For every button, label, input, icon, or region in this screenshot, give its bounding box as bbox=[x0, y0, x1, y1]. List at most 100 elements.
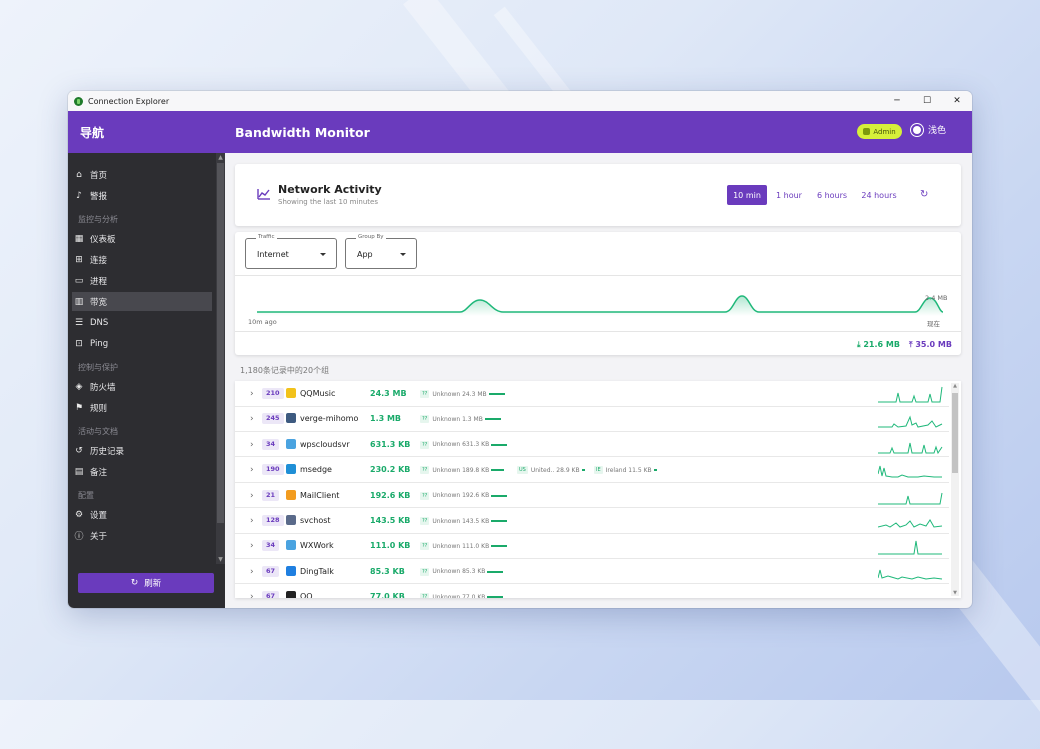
groupby-dropdown[interactable]: Group By App bbox=[345, 234, 417, 269]
note-icon: ▤ bbox=[74, 466, 84, 477]
window-title: Connection Explorer bbox=[88, 96, 170, 106]
country-tag: ?? bbox=[420, 466, 430, 475]
table-row[interactable]: › 245 verge-mihomo 1.3 MB?? Unknown 1.3 MB bbox=[235, 406, 949, 432]
app-name: svchost bbox=[300, 516, 331, 525]
sidebar-item[interactable]: ▤ 备注 bbox=[72, 462, 212, 481]
table-row[interactable]: › 210 QQMusic 24.3 MB?? Unknown 24.3 MB bbox=[235, 381, 949, 407]
sidebar-item[interactable]: ▭ 进程 bbox=[72, 271, 212, 290]
app-name: msedge bbox=[300, 465, 332, 475]
sidebar-item[interactable]: ⊡ Ping bbox=[72, 334, 212, 353]
app-traffic-size: 230.2 KB bbox=[370, 465, 411, 475]
connection-count-badge: 34 bbox=[262, 540, 280, 552]
destination-chip: ?? Unknown 24.3 MB bbox=[420, 389, 505, 399]
destination-chip: ?? Unknown 1.3 MB bbox=[420, 414, 501, 424]
app-logo-icon bbox=[74, 96, 83, 106]
sidebar-item[interactable]: ▦ 仪表板 bbox=[72, 229, 212, 248]
activity-title: Network Activity bbox=[278, 183, 382, 196]
chevron-right-icon[interactable]: › bbox=[250, 592, 254, 598]
destination-label: Unknown 189.8 KB bbox=[432, 466, 490, 474]
sidebar-item[interactable]: ⓘ 关于 bbox=[72, 526, 212, 545]
app-traffic-size: 192.6 KB bbox=[370, 490, 411, 500]
country-tag: ?? bbox=[420, 567, 430, 576]
sidebar: 导航 ▲ ▼ ⌂ 首页 ♪ 警报 监控与分析 ▦ 仪表板 ⊞ 连接 ▭ 进程 ▥ 带宽 ☰ DNS ⊡ Ping… bbox=[68, 111, 225, 608]
table-row[interactable]: › 34 wpscloudsvr 631.3 KB?? Unknown 631.3 KB bbox=[235, 432, 949, 458]
theme-toggle[interactable]: 浅色 bbox=[913, 123, 946, 136]
table-row[interactable]: › 34 WXWork 111.0 KB?? Unknown 111.0 KB bbox=[235, 533, 949, 559]
minimize-button[interactable]: ─ bbox=[882, 91, 912, 111]
traffic-sparkline bbox=[878, 442, 943, 454]
sparkline-path bbox=[878, 492, 943, 505]
range-1hour-button[interactable]: 1 hour bbox=[772, 185, 806, 205]
sidebar-scrollbar[interactable]: ▲ ▼ bbox=[216, 153, 225, 564]
chevron-right-icon[interactable]: › bbox=[250, 465, 254, 475]
range-10min-button[interactable]: 10 min bbox=[727, 185, 767, 205]
sparkline-path bbox=[878, 519, 943, 528]
destination-share-bar bbox=[653, 469, 657, 472]
sidebar-item[interactable]: ♪ 警报 bbox=[72, 186, 212, 205]
table-row[interactable]: › 67 DingTalk 85.3 KB?? Unknown 85.3 KB bbox=[235, 559, 949, 585]
sidebar-item[interactable]: ◈ 防火墙 bbox=[72, 377, 212, 396]
app-traffic-size: 631.3 KB bbox=[370, 439, 411, 449]
nav-section-label: 控制与保护 bbox=[78, 363, 118, 372]
chevron-right-icon[interactable]: › bbox=[250, 541, 254, 551]
country-tag: ?? bbox=[420, 440, 430, 449]
range-24hours-button[interactable]: 24 hours bbox=[857, 185, 901, 205]
table-row[interactable]: › 128 svchost 143.5 KB?? Unknown 143.5 KB bbox=[235, 508, 949, 534]
reload-icon[interactable]: ↻ bbox=[920, 190, 929, 200]
table-row[interactable]: › 21 MailClient 192.6 KB?? Unknown 192.6 KB bbox=[235, 483, 949, 509]
scroll-up-icon[interactable]: ▲ bbox=[951, 383, 959, 389]
connection-count-badge: 34 bbox=[262, 438, 280, 450]
app-traffic-size: 1.3 MB bbox=[370, 414, 402, 424]
scrollbar-thumb[interactable] bbox=[952, 393, 958, 473]
maximize-button[interactable]: ☐ bbox=[912, 91, 942, 111]
sidebar-item-label: Ping bbox=[90, 338, 109, 349]
scrollbar-thumb[interactable] bbox=[217, 163, 224, 523]
chevron-right-icon[interactable]: › bbox=[250, 516, 254, 526]
sidebar-item[interactable]: ⚑ 规则 bbox=[72, 398, 212, 417]
app-name: WXWork bbox=[300, 541, 334, 551]
topbar: Bandwidth Monitor Admin 浅色 bbox=[225, 111, 972, 153]
country-tag: ?? bbox=[420, 390, 430, 398]
chevron-right-icon[interactable]: › bbox=[250, 491, 254, 501]
traffic-dropdown-value: Internet bbox=[257, 250, 289, 259]
traffic-sparkline bbox=[878, 569, 943, 580]
sidebar-header: 导航 bbox=[68, 111, 225, 153]
download-total-value: 21.6 MB bbox=[863, 340, 900, 349]
chevron-down-icon bbox=[400, 253, 406, 256]
sidebar-item[interactable]: ⌂ 首页 bbox=[72, 165, 212, 184]
chevron-right-icon[interactable]: › bbox=[250, 440, 254, 450]
traffic-dropdown[interactable]: Traffic Internet bbox=[245, 234, 337, 269]
traffic-sparkline bbox=[878, 587, 944, 598]
app-traffic-size: 77.0 KB bbox=[370, 592, 405, 598]
sidebar-item[interactable]: ⊞ 连接 bbox=[72, 250, 212, 269]
app-name: QQMusic bbox=[300, 389, 336, 398]
table-row[interactable]: › 190 msedge 230.2 KB?? Unknown 189.8 KB US Un… bbox=[235, 457, 949, 483]
chevron-right-icon[interactable]: › bbox=[250, 389, 254, 399]
chevron-right-icon[interactable]: › bbox=[250, 414, 254, 424]
sidebar-item-label: 设置 bbox=[90, 510, 108, 521]
scroll-down-icon[interactable]: ▼ bbox=[951, 590, 959, 596]
table-row[interactable]: › 67 QQ 77.0 KB?? Unknown 77.0 KB bbox=[235, 584, 949, 598]
destination-label: Unknown 143.5 KB bbox=[432, 517, 490, 525]
refresh-button[interactable]: ↻ 刷新 bbox=[78, 573, 214, 593]
sidebar-item[interactable]: ↺ 历史记录 bbox=[72, 441, 212, 460]
network-icon: ⊞ bbox=[75, 254, 83, 265]
table-scrollbar[interactable]: ▲ ▼ bbox=[951, 383, 959, 596]
sidebar-item[interactable]: ▥ 带宽 bbox=[72, 292, 212, 311]
sparkline-path bbox=[878, 569, 943, 580]
scroll-up-icon[interactable]: ▲ bbox=[216, 153, 225, 162]
rules-icon: ⚑ bbox=[74, 402, 84, 413]
sidebar-item[interactable]: ⚙ 设置 bbox=[72, 505, 212, 524]
destination-label: Unknown 85.3 KB bbox=[432, 568, 486, 576]
sidebar-item-label: 备注 bbox=[90, 467, 108, 478]
bandwidth-line-chart bbox=[257, 295, 944, 316]
window-controls: ─ ☐ ✕ bbox=[882, 91, 972, 111]
destination-share-bar bbox=[484, 418, 501, 421]
close-button[interactable]: ✕ bbox=[942, 91, 972, 111]
chevron-right-icon[interactable]: › bbox=[250, 567, 254, 577]
connection-count-badge: 190 bbox=[262, 464, 284, 476]
destination-share-bar bbox=[491, 443, 508, 446]
range-6hours-button[interactable]: 6 hours bbox=[813, 185, 851, 205]
sidebar-item[interactable]: ☰ DNS bbox=[72, 313, 212, 332]
scroll-down-icon[interactable]: ▼ bbox=[216, 555, 225, 564]
